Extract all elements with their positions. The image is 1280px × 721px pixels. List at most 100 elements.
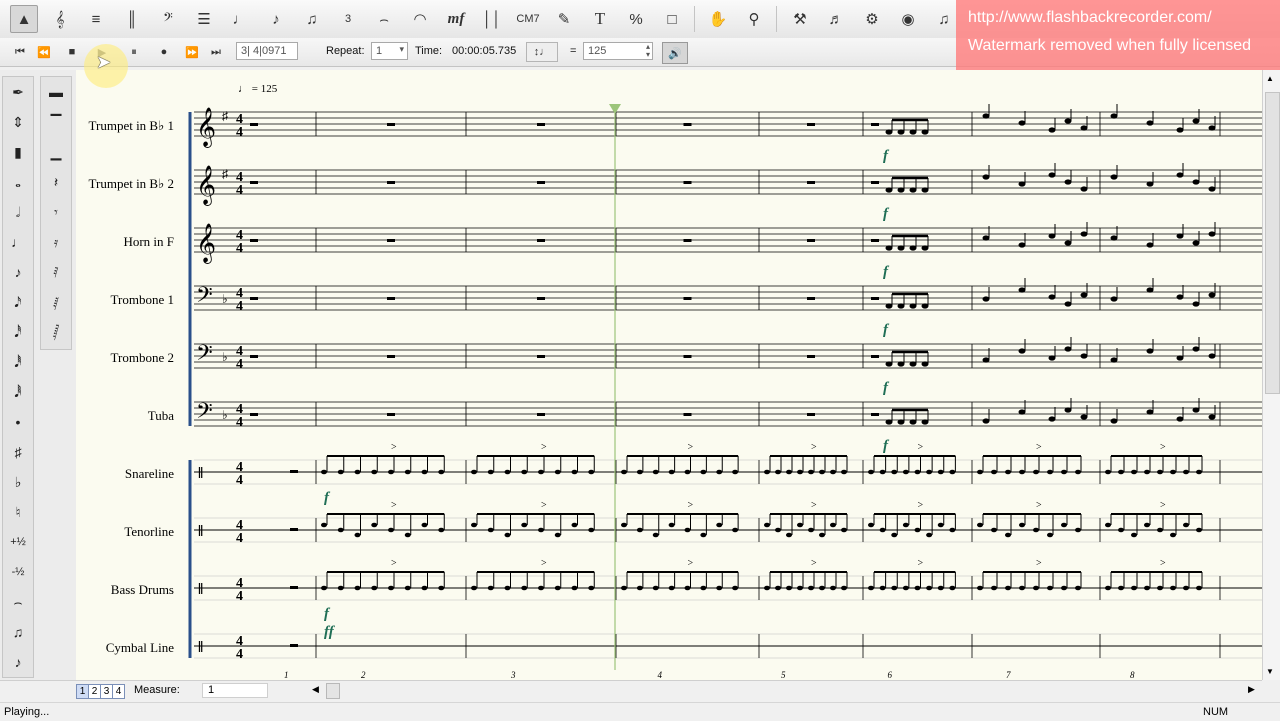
note-head <box>1144 522 1150 528</box>
note-head <box>487 469 494 475</box>
rewind-start-icon[interactable]: ⏮ <box>10 42 30 62</box>
multi-note-icon[interactable]: ♫ <box>298 5 326 33</box>
vertical-scroll-thumb[interactable] <box>1265 92 1280 394</box>
thirty-second-rest-icon[interactable]: 𝅀 <box>41 257 71 287</box>
half-rest-icon[interactable]: ▁ <box>41 137 71 167</box>
barline-icon[interactable]: ║ <box>118 5 146 33</box>
fast-forward-icon[interactable]: ⏩ <box>182 42 202 62</box>
page-tab-4[interactable]: 4 <box>112 684 125 699</box>
half-step-up-icon[interactable]: +½ <box>3 527 33 557</box>
note-head <box>1192 179 1200 185</box>
tempo-note-button[interactable]: ↕♩ <box>526 42 558 62</box>
percussion-clef-icon: ‖ <box>198 465 203 482</box>
whole-rest-icon[interactable]: ▔ <box>41 107 71 137</box>
tempo-mark: ♩ = 125 <box>238 83 278 95</box>
tuplet-icon[interactable]: 3 <box>334 5 362 33</box>
flip-icon[interactable]: ⇕ <box>3 107 33 137</box>
eraser-icon[interactable]: ✒ <box>3 77 33 107</box>
horizontal-scroll-thumb[interactable] <box>326 683 340 699</box>
speaker-icon[interactable]: 🔊 <box>662 42 688 64</box>
quarter-note-icon[interactable]: ♩ <box>3 227 33 257</box>
wrench-icon[interactable]: ⚒ <box>786 5 814 33</box>
slur-icon[interactable]: ⌢ <box>370 5 398 33</box>
hundred-twenty-eighth-rest-icon[interactable]: 𝅂 <box>41 317 71 347</box>
time-signature-bottom: 4 <box>236 241 243 256</box>
tempo-input[interactable]: 125 ▴ ▾ <box>583 42 653 60</box>
sixteenth-note-icon[interactable]: 𝅘𝅥𝅯 <box>3 287 33 317</box>
stop-icon[interactable]: ■ <box>62 42 82 62</box>
chord-symbol-icon[interactable]: CM7 <box>514 5 542 33</box>
note-head <box>937 585 944 591</box>
scroll-up-icon[interactable]: ▲ <box>1266 74 1274 83</box>
note-head <box>1064 240 1072 246</box>
cue-note-icon[interactable]: ♪ <box>3 647 33 677</box>
whole-rest-icon <box>683 297 692 300</box>
treble-clef-icon[interactable]: 𝄞 <box>46 5 74 33</box>
score-canvas[interactable]: ♩ = 125 Trumpet in B♭ 1 𝄞 ♯ 4 4 f Trumpet in B♭… <box>76 70 1262 680</box>
measure-number: 7 <box>1006 670 1011 680</box>
lyric-icon[interactable]: ✎ <box>550 5 578 33</box>
sixty-fourth-rest-icon[interactable]: 𝅁 <box>41 287 71 317</box>
dynamics-icon[interactable]: mf <box>442 5 470 33</box>
grace-note-icon[interactable]: 𝅘𝅥𝅲 <box>3 377 33 407</box>
note-head <box>764 469 770 475</box>
measure-input[interactable]: 1 <box>202 683 268 698</box>
note-head <box>1018 348 1026 354</box>
scroll-left-icon[interactable]: ◀ <box>312 684 319 695</box>
eighth-note-icon[interactable]: ♪ <box>3 257 33 287</box>
rewind-icon[interactable]: ⏪ <box>34 42 54 62</box>
select-icon[interactable]: ▲ <box>10 5 38 33</box>
repeat-select[interactable]: 1 ▾ <box>371 42 408 60</box>
staff-name: Horn in F <box>123 234 174 249</box>
instrument-icon[interactable]: ⚙ <box>858 5 886 33</box>
quarter-rest-icon[interactable]: 𝄽 <box>41 167 71 197</box>
zoom-icon[interactable]: ⚲ <box>740 5 768 33</box>
forward-end-icon[interactable]: ⏭ <box>206 42 226 62</box>
percent-icon[interactable]: % <box>622 5 650 33</box>
text-icon[interactable]: T <box>586 5 614 33</box>
beam-icon[interactable]: ▮ <box>3 137 33 167</box>
tie-note-icon[interactable]: ⌢ <box>3 587 33 617</box>
natural-icon[interactable]: ♮ <box>3 497 33 527</box>
notes-icon[interactable]: ♫ <box>930 5 958 33</box>
tuplet-note-icon[interactable]: ♫ <box>3 617 33 647</box>
repeat-icon[interactable]: ││ <box>478 5 506 33</box>
note-icon[interactable]: ♩ <box>226 5 254 33</box>
bass-clef-icon[interactable]: 𝄢 <box>154 5 182 33</box>
score-view[interactable]: ♩ = 125 Trumpet in B♭ 1 𝄞 ♯ 4 4 f Trumpet in B♭… <box>76 70 1262 680</box>
scroll-right-icon[interactable]: ▶ <box>1248 684 1255 695</box>
scroll-down-icon[interactable]: ▼ <box>1266 667 1274 676</box>
record-icon[interactable]: ● <box>154 42 174 62</box>
note-head <box>1018 287 1026 293</box>
note-head <box>885 303 893 309</box>
note-head <box>1118 585 1124 591</box>
mixer-icon[interactable]: ◉ <box>894 5 922 33</box>
hand-icon[interactable]: ✋ <box>704 5 732 33</box>
half-note-icon[interactable]: 𝅗𝅥 <box>3 197 33 227</box>
key-signature-icon[interactable]: ☰ <box>190 5 218 33</box>
thirty-second-note-icon[interactable]: 𝅘𝅥𝅰 <box>3 317 33 347</box>
note-head <box>1018 242 1026 248</box>
tempo-spinner-icon[interactable]: ▴ ▾ <box>646 43 650 59</box>
note-head <box>668 522 675 528</box>
note-head <box>1061 585 1067 591</box>
sixteenth-rest-icon[interactable]: 𝄿 <box>41 227 71 257</box>
vertical-scrollbar[interactable]: ▲ ▼ <box>1262 70 1280 680</box>
half-step-down-icon[interactable]: -½ <box>3 557 33 587</box>
accent-mark: > <box>541 500 547 511</box>
page-icon[interactable]: □ <box>658 5 686 33</box>
whole-note-icon[interactable]: 𝅝 <box>3 167 33 197</box>
sixty-fourth-note-icon[interactable]: 𝅘𝅥𝅱 <box>3 347 33 377</box>
playback-icon[interactable]: ♬ <box>822 5 850 33</box>
tie-icon[interactable]: ◠ <box>406 5 434 33</box>
sharp-icon[interactable]: ♯ <box>3 437 33 467</box>
eighth-note-icon[interactable]: ♪ <box>262 5 290 33</box>
note-head <box>716 469 723 475</box>
dot-icon[interactable]: • <box>3 407 33 437</box>
staff-icon[interactable]: ≡ <box>82 5 110 33</box>
multimeasure-rest-icon[interactable]: ▬ <box>41 77 71 107</box>
dynamic-marking: f <box>883 206 890 222</box>
dynamic-marking: ff <box>324 624 336 640</box>
eighth-rest-icon[interactable]: 𝄾 <box>41 197 71 227</box>
flat-icon[interactable]: ♭ <box>3 467 33 497</box>
